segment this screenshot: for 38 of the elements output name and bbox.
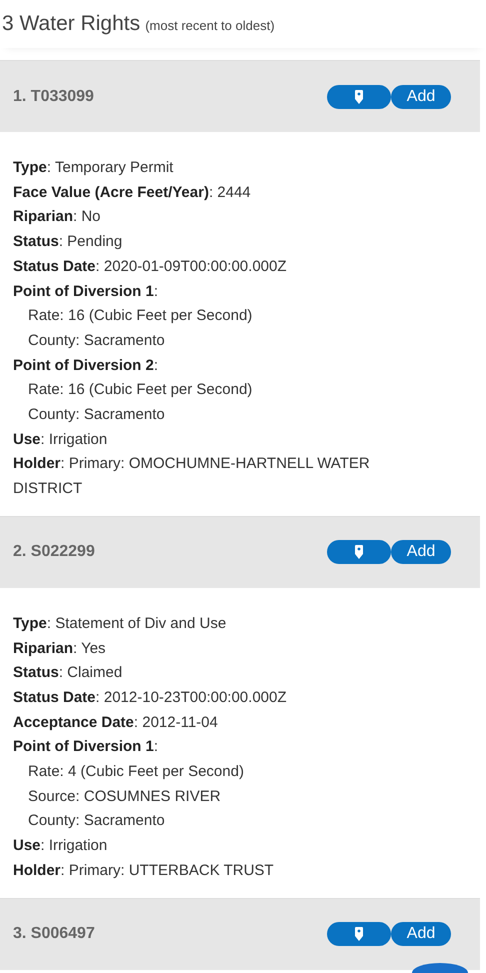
field-line: Acceptance Date: 2012-11-04 <box>13 712 219 733</box>
map-button[interactable] <box>327 540 391 564</box>
record-title: 2. S022299 <box>13 543 96 562</box>
field-line: Use: Irrigation <box>13 836 108 856</box>
map-button[interactable] <box>327 922 391 946</box>
field-line: Status: Pending <box>13 232 124 252</box>
field-line: County: Sacramento <box>27 330 166 351</box>
map-pin-icon <box>355 90 363 104</box>
add-button[interactable]: Add <box>391 540 451 564</box>
field-line: Rate: 4 (Cubic Feet per Second) <box>27 762 245 782</box>
field-line: Rate: 16 (Cubic Feet per Second) <box>27 306 254 326</box>
field-line: Type: Statement of Div and Use <box>13 614 228 634</box>
field-line: Point of Diversion 1: <box>13 282 160 302</box>
section-title: 3 Water Rights <box>2 12 140 35</box>
field-line: County: Sacramento <box>27 811 166 832</box>
field-line: Status: Claimed <box>13 663 124 684</box>
field-line: Point of Diversion 2: <box>13 356 160 376</box>
field-line: Use: Irrigation <box>13 430 108 450</box>
field-line: Rate: 16 (Cubic Feet per Second) <box>27 380 254 400</box>
field-line: Riparian: No <box>13 207 102 228</box>
field-line: Status Date: 2020-01-09T00:00:00.000Z <box>13 256 288 277</box>
field-line: Source: COSUMNES RIVER <box>27 786 222 807</box>
record-title: 3. S006497 <box>13 925 96 944</box>
record-title: 1. T033099 <box>13 88 95 106</box>
map-button[interactable] <box>327 84 391 108</box>
add-button[interactable]: Add <box>391 84 451 108</box>
map-pin-icon <box>355 545 363 560</box>
map-pin-icon <box>355 927 363 942</box>
field-line: Status Date: 2012-10-23T00:00:00.000Z <box>13 688 288 708</box>
field-line: Holder: Primary: UTTERBACK TRUST <box>13 860 275 881</box>
add-button[interactable]: Add <box>391 922 451 946</box>
field-line: Point of Diversion 1: <box>13 737 160 758</box>
field-line: Face Value (Acre Feet/Year): 2444 <box>13 182 252 203</box>
field-line: Holder: Primary: OMOCHUMNE-HARTNELL WATER DISTRICT <box>13 454 371 500</box>
field-line: Riparian: Yes <box>13 638 107 659</box>
field-line: County: Sacramento <box>27 405 166 426</box>
sort-note: (most recent to oldest) <box>145 18 275 33</box>
field-line: Type: Temporary Permit <box>13 158 174 178</box>
